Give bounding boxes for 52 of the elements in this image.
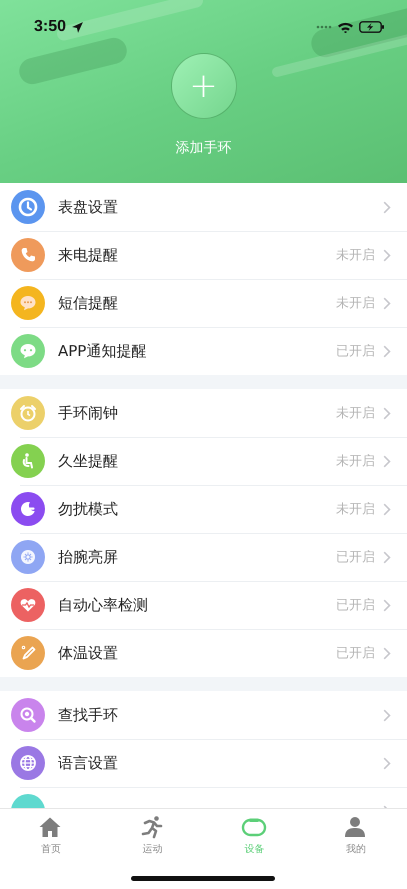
row-label: 体温设置 (58, 644, 119, 662)
chevron-right-icon (383, 200, 391, 214)
row-label: 查找手环 (58, 706, 119, 724)
status-text: 已开启 (336, 645, 375, 662)
row-label: 短信提醒 (58, 294, 119, 312)
chevron-right-icon (383, 344, 391, 358)
row-label: 勿扰模式 (58, 500, 119, 518)
row-label: 语言设置 (58, 754, 119, 772)
status-text: 已开启 (336, 549, 375, 566)
settings-row[interactable]: 自动心率检测 已开启 (0, 581, 407, 629)
settings-row[interactable]: 语言设置 (0, 739, 407, 787)
settings-row[interactable]: 短信提醒 未开启 (0, 279, 407, 327)
settings-row[interactable]: 久坐提醒 未开启 (0, 437, 407, 485)
chevron-right-icon (383, 296, 391, 310)
settings-row[interactable]: 来电提醒 未开启 (0, 231, 407, 279)
chevron-right-icon (383, 550, 391, 564)
chevron-right-icon (383, 756, 391, 770)
row-label: 来电提醒 (58, 246, 119, 264)
row-label: APP通知提醒 (58, 342, 148, 360)
settings-row[interactable]: 抬腕亮屏 已开启 (0, 533, 407, 581)
tab-item[interactable]: 我的 (305, 809, 407, 859)
add-band-label: 添加手环 (176, 139, 232, 157)
status-time: 3:50 (34, 18, 66, 36)
status-text: 未开启 (336, 453, 375, 470)
settings-row[interactable]: 手环闹钟 未开启 (0, 389, 407, 437)
chevron-right-icon (383, 646, 391, 660)
settings-row[interactable]: 表盘设置 (0, 183, 407, 231)
settings-row[interactable]: 体温设置 已开启 (0, 629, 407, 677)
battery-icon (359, 21, 385, 33)
chevron-right-icon (383, 598, 391, 612)
status-text: 未开启 (336, 295, 375, 312)
clock-icon (16, 195, 40, 219)
settings-row[interactable]: APP通知提醒 已开启 (0, 327, 407, 375)
status-text: 未开启 (336, 501, 375, 518)
wifi-icon (338, 22, 353, 32)
row-label: 自动心率检测 (58, 596, 149, 614)
status-text: 未开启 (336, 405, 375, 422)
row-label: 抬腕亮屏 (58, 548, 119, 566)
status-text: 已开启 (336, 343, 375, 360)
row-label: 久坐提醒 (58, 452, 119, 470)
chevron-right-icon (383, 708, 391, 722)
chevron-right-icon (383, 248, 391, 262)
row-label: 表盘设置 (58, 198, 119, 216)
settings-row[interactable]: 查找手环 (0, 691, 407, 739)
chevron-right-icon (383, 502, 391, 516)
row-label: 手环闹钟 (58, 404, 119, 422)
signal-icon (316, 25, 334, 29)
chevron-right-icon (383, 454, 391, 468)
status-text: 未开启 (336, 247, 375, 264)
chevron-right-icon (383, 406, 391, 420)
status-text: 已开启 (336, 597, 375, 614)
settings-row[interactable]: 勿扰模式 未开启 (0, 485, 407, 533)
